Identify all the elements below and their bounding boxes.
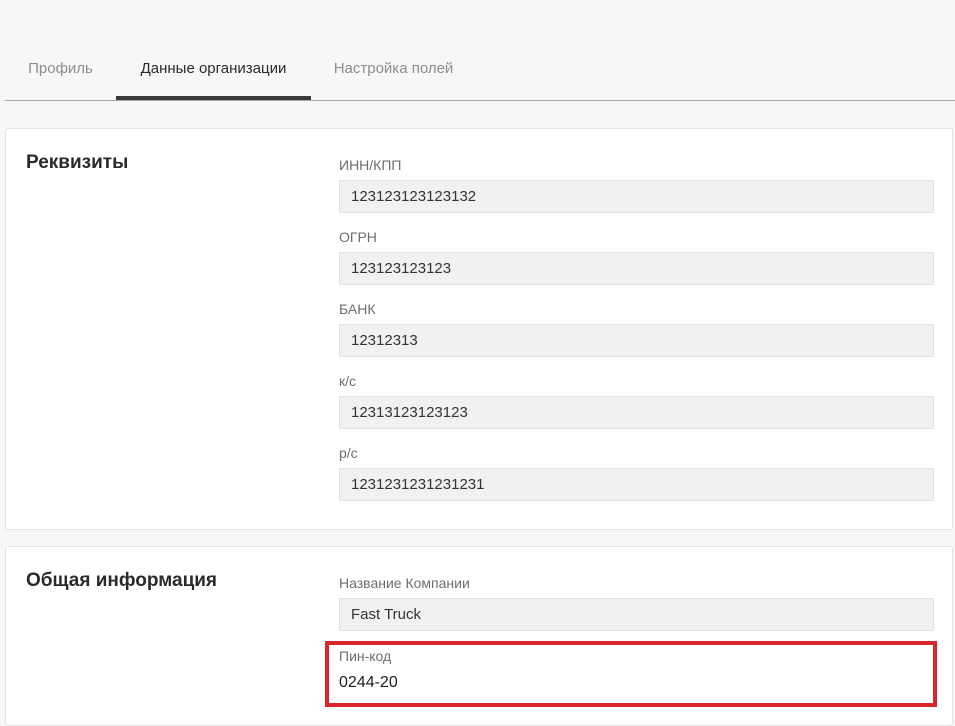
company-name-input[interactable]: Fast Truck bbox=[339, 598, 934, 631]
general-info-title: Общая информация bbox=[26, 570, 218, 591]
general-info-card: Общая информация Название Компании Fast … bbox=[5, 546, 953, 726]
pin-code-value: 0244-20 bbox=[339, 674, 398, 691]
company-name-label: Название Компании bbox=[339, 575, 470, 591]
corr-account-label: к/с bbox=[339, 373, 357, 389]
bank-input[interactable]: 12312313 bbox=[339, 324, 934, 357]
tab-bar: Профиль Данные организации Настройка пол… bbox=[5, 0, 955, 101]
settlement-account-input[interactable]: 1231231231231231 bbox=[339, 468, 934, 501]
tab-organization-data[interactable]: Данные организации bbox=[116, 0, 311, 100]
corr-account-input[interactable]: 12313123123123 bbox=[339, 396, 934, 429]
inn-kpp-input[interactable]: 123123123123132 bbox=[339, 180, 934, 213]
tab-field-settings[interactable]: Настройка полей bbox=[311, 0, 476, 100]
settlement-account-label: р/с bbox=[339, 445, 358, 461]
ogrn-label: ОГРН bbox=[339, 229, 377, 245]
bank-label: БАНК bbox=[339, 301, 376, 317]
requisites-title: Реквизиты bbox=[26, 152, 129, 173]
requisites-card: Реквизиты ИНН/КПП 123123123123132 ОГРН 1… bbox=[5, 128, 953, 530]
tab-profile[interactable]: Профиль bbox=[5, 0, 116, 100]
ogrn-input[interactable]: 123123123123 bbox=[339, 252, 934, 285]
inn-kpp-label: ИНН/КПП bbox=[339, 157, 402, 173]
pin-code-label: Пин-код bbox=[339, 648, 392, 664]
